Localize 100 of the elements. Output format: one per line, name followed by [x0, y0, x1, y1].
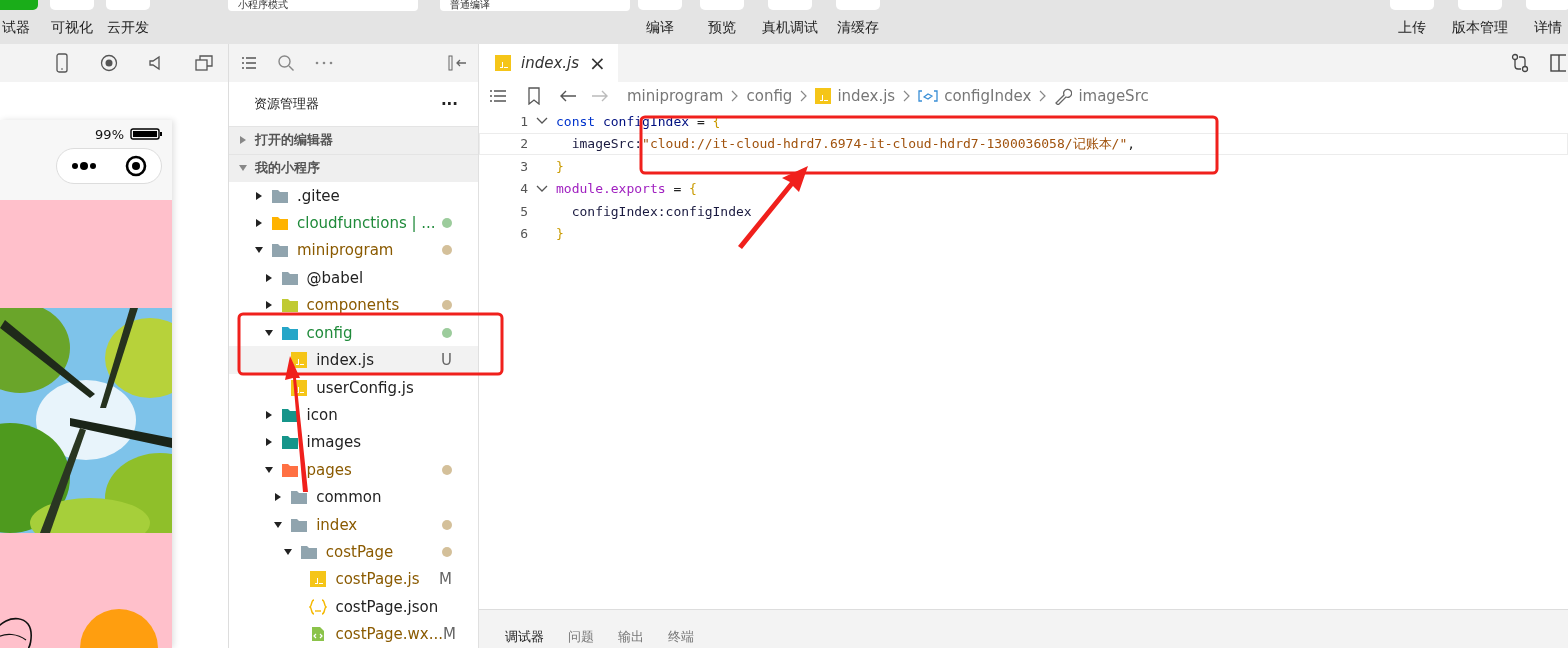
folder-item[interactable]: index [229, 510, 478, 539]
code-line: } [556, 158, 564, 174]
expanded-arrow-icon [283, 548, 292, 557]
toolbar-label[interactable]: 可视化 [51, 18, 93, 36]
line-number: 6 [519, 226, 528, 242]
windows-icon [194, 55, 213, 71]
js-file-icon [815, 88, 832, 104]
git-status-dot [442, 519, 452, 530]
toolbar-button[interactable] [106, 0, 150, 10]
file-item[interactable]: costPage.js M [229, 565, 478, 594]
breadcrumb-item[interactable]: imageSrc [1054, 87, 1149, 105]
split-editor-icon [1550, 54, 1566, 72]
toolbar-button[interactable] [1390, 0, 1434, 10]
editor-tab[interactable]: index.js × [479, 44, 618, 82]
toolbar-button[interactable] [836, 0, 880, 10]
line-number: 3 [519, 158, 528, 174]
close-button[interactable]: × [589, 51, 606, 75]
collapsed-arrow-icon [264, 438, 273, 447]
bookmark-icon [527, 87, 541, 105]
breadcrumb-item[interactable]: configIndex [918, 87, 1032, 105]
toolbar-button[interactable] [700, 0, 744, 10]
folder-item[interactable]: common [229, 483, 478, 511]
section-header[interactable]: 我的小程序 [229, 153, 478, 182]
panel-tab[interactable]: 终端 [668, 628, 694, 648]
expanded-arrow-icon [255, 246, 263, 255]
round-badge-icon [80, 608, 158, 648]
toolbar-button[interactable] [768, 0, 812, 10]
mode-select[interactable]: 小程序模式 [228, 0, 418, 11]
toolbar-label[interactable]: 云开发 [107, 18, 149, 36]
collapse-panel-icon [448, 55, 468, 71]
panel-tab[interactable]: 问题 [568, 628, 594, 648]
collapsed-arrow-icon [264, 301, 273, 310]
menu-icon [241, 56, 257, 70]
js-file-icon [495, 55, 511, 71]
toolbar-button[interactable] [1458, 0, 1502, 10]
code-line: } [556, 226, 564, 242]
toolbar-label[interactable]: 预览 [708, 18, 736, 36]
fold-icon [536, 184, 548, 193]
toolbar-label[interactable]: 清缓存 [837, 18, 879, 36]
folder-item[interactable]: images [229, 428, 478, 457]
file-item[interactable]: costPage.json [229, 593, 478, 621]
breadcrumb-item[interactable]: config [746, 87, 793, 105]
code-line: module.exports = { [556, 181, 697, 197]
code-line: configIndex:configIndex [570, 203, 752, 219]
collapsed-arrow-icon [255, 218, 263, 227]
git-status-dot [442, 464, 452, 475]
folder-item[interactable]: icon [229, 401, 478, 429]
toolbar-button[interactable] [1526, 0, 1568, 10]
toolbar-label[interactable]: 真机调试 [762, 18, 818, 36]
expanded-arrow-icon [264, 465, 273, 474]
battery-icon [130, 128, 162, 140]
folder-item[interactable]: config [229, 318, 478, 347]
expanded-arrow-icon [274, 520, 283, 529]
file-item[interactable]: costPage.wx...M [229, 620, 478, 648]
breadcrumb-item[interactable]: miniprogram [627, 87, 724, 105]
js-file-icon [291, 352, 308, 369]
more-button[interactable]: ··· [440, 95, 458, 113]
phone-icon [55, 53, 70, 73]
folder-item[interactable]: .gitee [229, 181, 478, 210]
folder-item[interactable]: miniprogram [229, 236, 478, 265]
panel-tab[interactable]: 调试器 [505, 628, 544, 648]
fold-icon [536, 117, 548, 126]
code-line: imageSrc:"cloud://it-cloud-hdrd7.6974-it-cloud-hdrd7-1300036058/记账本/", [570, 134, 1136, 153]
toolbar-label[interactable]: 详情 [1534, 18, 1562, 36]
forward-arrow-icon [591, 89, 609, 103]
collapsed-arrow-icon [239, 136, 247, 145]
toolbar-button[interactable] [50, 0, 94, 10]
mode-select[interactable]: 普通编译 [440, 0, 630, 11]
git-status-dot [442, 245, 452, 256]
git-status-dot [442, 547, 452, 558]
folder-item[interactable]: components [229, 291, 478, 319]
collapsed-arrow-icon [274, 493, 283, 502]
breadcrumb-item[interactable]: index.js [815, 87, 896, 105]
wrench-icon [1054, 87, 1073, 105]
git-status-dot [442, 300, 452, 311]
panel-tab[interactable]: 输出 [618, 628, 644, 648]
section-header[interactable]: 打开的编辑器 [229, 126, 478, 154]
folder-item[interactable]: costPage [229, 538, 478, 566]
toolbar-label[interactable]: 版本管理 [1452, 18, 1508, 36]
line-number: 4 [519, 181, 528, 197]
record-icon [99, 54, 118, 72]
git-status-letter: M [443, 625, 456, 644]
file-item[interactable]: index.js U [229, 346, 478, 374]
toolbar-label[interactable]: 试器 [2, 18, 30, 36]
folder-item[interactable]: cloudfunctions | ... [229, 209, 478, 237]
variable-icon [918, 89, 939, 103]
more-icon [71, 162, 97, 170]
expanded-arrow-icon [239, 164, 247, 173]
battery-percent: 99% [95, 126, 124, 142]
outline-icon [489, 89, 507, 103]
toolbar-label[interactable]: 编译 [646, 18, 674, 36]
toolbar-button[interactable] [0, 0, 38, 10]
toolbar-label[interactable]: 上传 [1398, 18, 1426, 36]
back-arrow-icon [559, 89, 577, 103]
capsule-button[interactable] [56, 148, 162, 184]
git-status-dot [442, 327, 452, 338]
folder-item[interactable]: @babel [229, 264, 478, 292]
chevron-icon [1039, 90, 1047, 102]
toolbar-button[interactable] [638, 0, 682, 10]
explorer-title: 资源管理器 [254, 95, 319, 113]
